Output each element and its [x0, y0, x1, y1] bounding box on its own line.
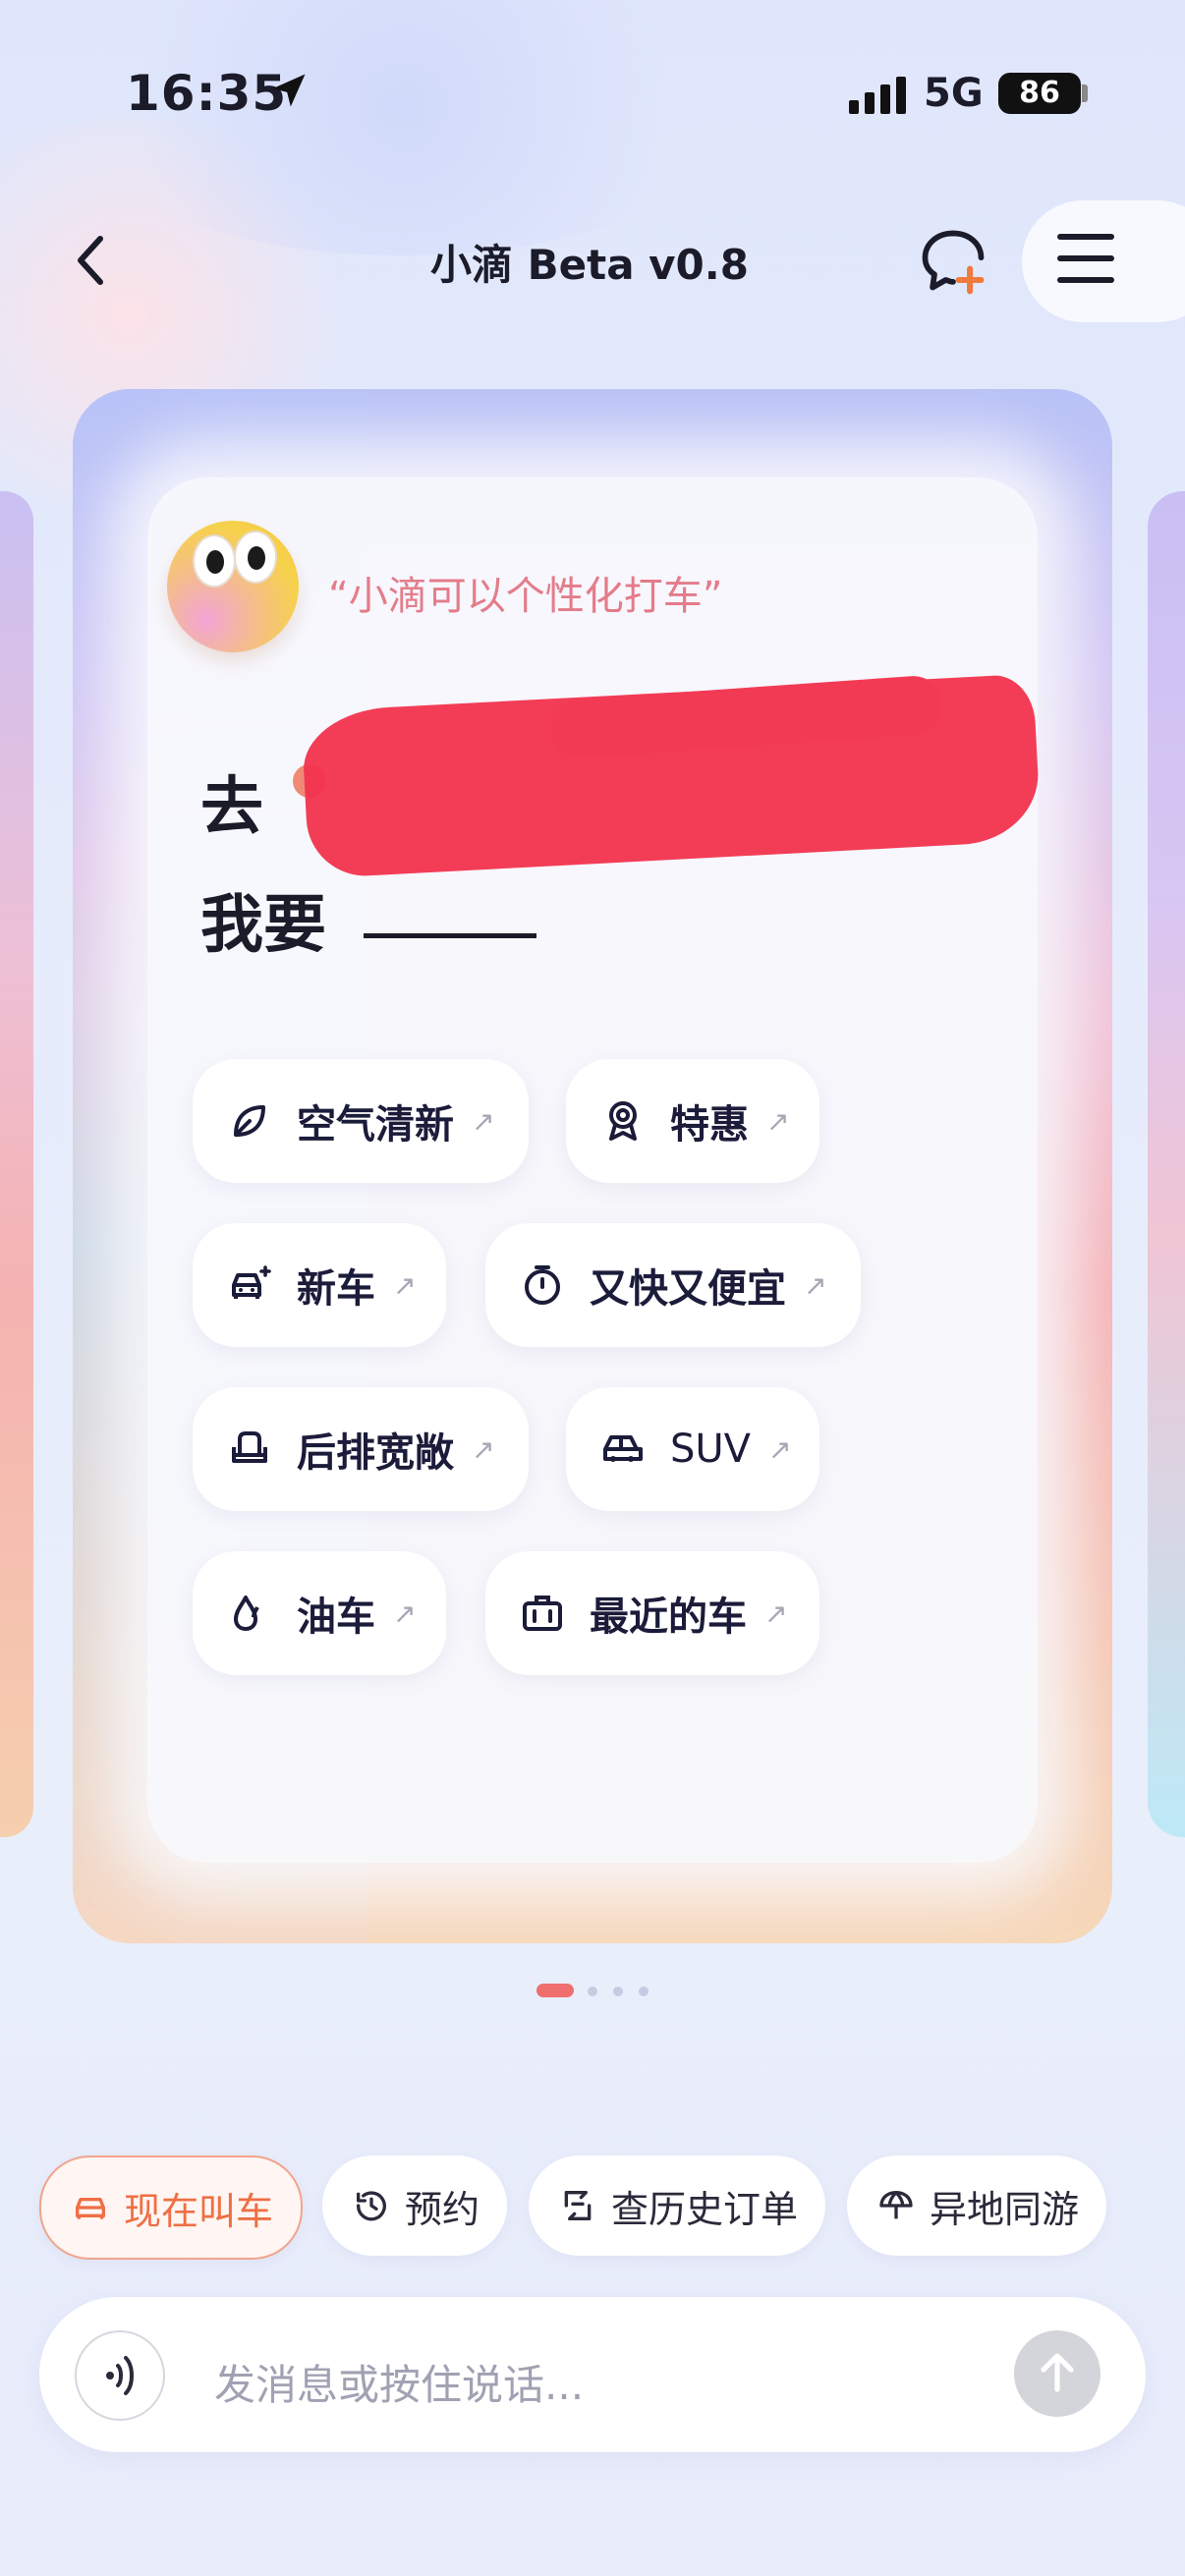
arrow-up-right-icon: ↗: [766, 1104, 790, 1138]
quick-action-label: 现在叫车: [124, 2189, 274, 2233]
menu-line: [1057, 255, 1114, 261]
reservation-button[interactable]: 预约: [322, 2156, 507, 2256]
status-time: 16:35: [126, 65, 288, 122]
clock-icon: [356, 2191, 386, 2221]
battery-icon: 86: [998, 73, 1081, 114]
menu-button[interactable]: [1057, 234, 1114, 289]
option-label: 又快又便宜: [590, 1266, 786, 1312]
status-bar: 16:35 5G 86: [0, 0, 1185, 196]
fuel-drop-icon: [234, 1596, 259, 1631]
timer-icon: [525, 1265, 560, 1305]
quick-action-label: 异地同游: [930, 2187, 1080, 2231]
prev-card[interactable]: [0, 491, 33, 1837]
voice-button[interactable]: [75, 2330, 165, 2421]
page-dot[interactable]: [639, 1987, 649, 1996]
pupil: [206, 550, 224, 574]
option-chip-fast-cheap[interactable]: 又快又便宜 ↗: [485, 1223, 861, 1347]
page-dot-active[interactable]: [536, 1984, 574, 1997]
page-title: 小滴 Beta v0.8: [430, 241, 749, 289]
battery-tip: [1082, 84, 1088, 102]
new-chat-button[interactable]: [916, 224, 990, 299]
suv-icon: [603, 1435, 643, 1462]
option-chip-fuel-car[interactable]: 油车 ↗: [193, 1551, 446, 1675]
history-orders-button[interactable]: 查历史订单: [529, 2156, 825, 2256]
option-chip-nearest-car[interactable]: 最近的车 ↗: [485, 1551, 819, 1675]
option-chip-rear-space[interactable]: 后排宽敞 ↗: [193, 1387, 529, 1511]
option-chip-air[interactable]: 空气清新 ↗: [193, 1059, 529, 1183]
message-input-bar[interactable]: [39, 2297, 1146, 2452]
seat-icon: [232, 1431, 267, 1463]
arrow-up-right-icon: ↗: [393, 1596, 417, 1630]
menu-line: [1057, 277, 1114, 283]
arrow-up-right-icon: ↗: [804, 1268, 827, 1302]
signal-icon: [849, 75, 908, 114]
message-input[interactable]: 发消息或按住说话...: [214, 2352, 584, 2412]
voice-wave-icon: [106, 2356, 134, 2395]
menu-line: [1057, 234, 1114, 240]
arrow-up-right-icon: ↗: [472, 1104, 495, 1138]
need-prefix: 我要: [200, 889, 326, 962]
page-dot[interactable]: [588, 1987, 597, 1996]
arrow-up-right-icon: ↗: [393, 1268, 417, 1302]
history-order-icon: [564, 2191, 592, 2220]
assistant-quote: “小滴可以个性化打车”: [328, 574, 723, 619]
quick-action-label: 预约: [405, 2187, 480, 2231]
leaf-icon: [234, 1105, 265, 1137]
luggage-icon: [523, 1596, 562, 1631]
option-label: 特惠: [670, 1102, 749, 1148]
umbrella-icon: [879, 2191, 913, 2219]
option-chip-suv[interactable]: SUV ↗: [566, 1387, 819, 1511]
car-icon: [76, 2198, 106, 2219]
option-label: 空气清新: [297, 1102, 454, 1148]
page-dot[interactable]: [613, 1987, 623, 1996]
assistant-avatar: [167, 521, 299, 652]
award-icon: [609, 1101, 637, 1141]
chevron-left-icon: [78, 236, 103, 285]
arrow-up-right-icon: ↗: [472, 1432, 495, 1466]
option-chip-discount[interactable]: 特惠 ↗: [566, 1059, 819, 1183]
destination-prefix: 去: [200, 771, 263, 844]
quick-action-label: 查历史订单: [611, 2187, 799, 2231]
send-button[interactable]: [1014, 2330, 1100, 2417]
fill-blank-line: [364, 933, 536, 938]
option-chip-new-car[interactable]: 新车 ↗: [193, 1223, 446, 1347]
arrow-up-icon: [1041, 2353, 1074, 2392]
option-label: 新车: [297, 1266, 375, 1312]
call-car-now-button[interactable]: 现在叫车: [39, 2156, 303, 2260]
option-label: SUV: [670, 1427, 752, 1472]
pupil: [248, 546, 265, 570]
travel-together-button[interactable]: 异地同游: [847, 2156, 1106, 2256]
back-button[interactable]: [61, 226, 120, 295]
arrow-up-right-icon: ↗: [764, 1596, 788, 1630]
option-label: 最近的车: [590, 1595, 747, 1640]
option-label: 后排宽敞: [297, 1430, 454, 1476]
car-sparkle-icon: [232, 1265, 271, 1299]
location-arrow-icon: [272, 74, 306, 107]
arrow-up-right-icon: ↗: [768, 1432, 792, 1466]
network-type: 5G: [924, 71, 984, 116]
option-label: 油车: [297, 1595, 375, 1640]
next-card[interactable]: [1148, 491, 1185, 1837]
